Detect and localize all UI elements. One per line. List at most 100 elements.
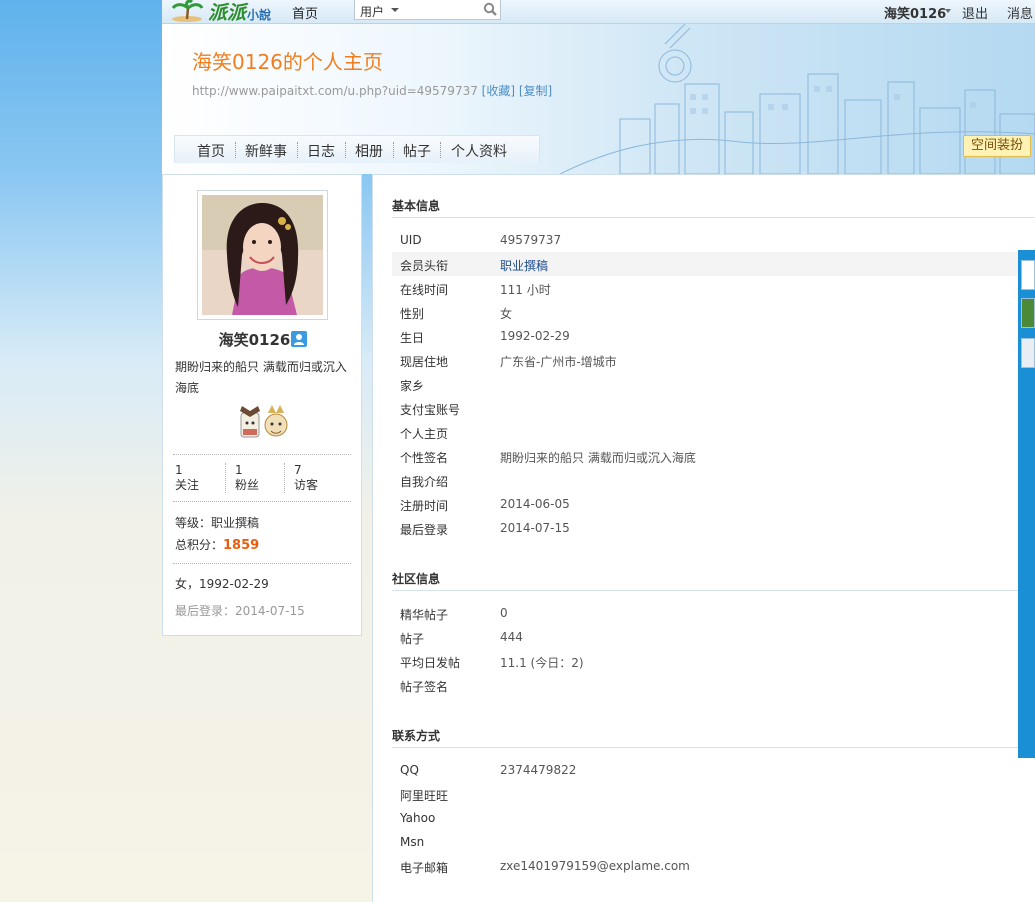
search-category[interactable]: 用户 [360, 3, 384, 20]
info-row-daily-posts: 平均日发帖 11.1 (今日：2) [392, 649, 1035, 673]
user-points: 总积分：1859 [175, 536, 259, 553]
info-row-residence: 现居住地 广东省-广州市-增城市 [392, 348, 1035, 372]
search-icon[interactable] [483, 2, 497, 16]
stat-following-label: 关注 [175, 478, 200, 492]
medal-icons[interactable] [237, 403, 289, 441]
profile-username[interactable]: 海笑0126 [163, 329, 363, 350]
info-key: 帖子签名 [400, 680, 449, 694]
info-key: 注册时间 [400, 499, 449, 513]
profile-username-text: 海笑0126 [218, 331, 291, 349]
stat-separator [225, 463, 226, 493]
floating-side-tab[interactable] [1018, 250, 1035, 758]
divider [173, 501, 351, 502]
info-key: 会员头衔 [400, 259, 449, 273]
profile-url-text: http://www.paipaitxt.com/u.php?uid=49579… [192, 84, 478, 98]
chevron-down-icon [945, 9, 951, 13]
profile-nav: 首页 新鲜事 日志 相册 帖子 个人资料 [174, 135, 540, 163]
tab-posts[interactable]: 帖子 [403, 141, 431, 161]
nav-separator [297, 142, 298, 158]
site-logo[interactable]: 派派小說 [170, 0, 282, 24]
info-row-gender: 性别 女 [392, 300, 1035, 324]
side-widget-icon[interactable] [1021, 338, 1035, 368]
section-divider [392, 217, 1035, 218]
profile-card: 海笑0126 期盼归来的船只 满载而归或沉入海底 1 关注 1 粉丝 7 访客 … [162, 174, 362, 636]
messages-link[interactable]: 消息 [1007, 3, 1033, 22]
page-title: 海笑0126的个人主页 [192, 50, 383, 74]
profile-details: 基本信息 UID 49579737 会员头衔 职业撰稿 在线时间 111 小时 性别 女… [372, 174, 1035, 902]
stat-following[interactable]: 1 关注 [175, 463, 227, 493]
info-key: 个人主页 [400, 427, 449, 441]
points-value: 1859 [223, 538, 260, 553]
info-key: 帖子 [400, 632, 425, 646]
info-value: 2014-07-15 [500, 521, 570, 535]
stat-visitors[interactable]: 7 访客 [294, 463, 346, 493]
info-key: 精华帖子 [400, 608, 449, 622]
info-row-alipay: 支付宝账号 [392, 396, 1035, 420]
side-widget-icon[interactable] [1021, 298, 1035, 328]
tab-album[interactable]: 相册 [355, 141, 383, 161]
profile-url: http://www.paipaitxt.com/u.php?uid=49579… [192, 82, 552, 99]
tab-blog[interactable]: 日志 [307, 141, 335, 161]
section-divider [392, 590, 1035, 591]
info-row-last-login: 最后登录 2014-07-15 [392, 516, 1035, 540]
divider [173, 454, 351, 455]
info-row-wangwang: 阿里旺旺 [392, 782, 1035, 806]
stat-fans[interactable]: 1 粉丝 [235, 463, 287, 493]
copy-link[interactable]: [复制] [519, 84, 552, 98]
info-row-email: 电子邮箱 zxe1401979159@explame.com [392, 854, 1035, 878]
info-key: 生日 [400, 331, 425, 345]
section-divider [392, 747, 1035, 748]
info-key: UID [400, 233, 422, 247]
decorate-space-button[interactable]: 空间装扮 [963, 135, 1031, 157]
bookmark-link[interactable]: [收藏] [482, 84, 515, 98]
info-row-intro: 自我介绍 [392, 468, 1035, 492]
tab-profile[interactable]: 个人资料 [451, 141, 507, 161]
info-value: 2374479822 [500, 763, 577, 777]
info-row-title: 会员头衔 职业撰稿 [392, 252, 1035, 276]
info-row-homepage: 个人主页 [392, 420, 1035, 444]
chevron-down-icon [391, 8, 399, 12]
info-row-uid: UID 49579737 [392, 228, 1035, 252]
palm-tree-icon [171, 0, 204, 22]
info-value: 444 [500, 630, 523, 644]
search-box[interactable]: 用户 [354, 0, 501, 20]
user-menu[interactable]: 海笑0126 [884, 3, 946, 22]
last-login-label: 最后登录： [175, 604, 236, 618]
last-login-value: 2014-07-15 [235, 604, 305, 618]
info-row-signature: 个性签名 期盼归来的船只 满载而归或沉入海底 [392, 444, 1035, 468]
info-key: 最后登录 [400, 523, 449, 537]
info-row-online: 在线时间 111 小时 [392, 276, 1035, 300]
info-row-qq: QQ 2374479822 [392, 758, 1035, 782]
info-key: 支付宝账号 [400, 403, 461, 417]
side-widget-icon[interactable] [1021, 260, 1035, 290]
info-value: 1992-02-29 [500, 329, 570, 343]
info-row-posts: 帖子 444 [392, 625, 1035, 649]
info-key: 电子邮箱 [400, 861, 449, 875]
info-key: 家乡 [400, 379, 425, 393]
info-value: 0 [500, 606, 508, 620]
nav-separator [393, 142, 394, 158]
info-key: 性别 [400, 307, 425, 321]
info-key: 个性签名 [400, 451, 449, 465]
info-value: 11.1 (今日：2) [500, 656, 584, 670]
info-value: 期盼归来的船只 满载而归或沉入海底 [500, 451, 696, 465]
tab-news[interactable]: 新鲜事 [245, 141, 287, 161]
user-level: 等级：职业撰稿 [175, 514, 259, 531]
info-row-registered: 注册时间 2014-06-05 [392, 492, 1035, 516]
stat-following-count: 1 [175, 463, 183, 477]
info-row-digest: 精华帖子 0 [392, 601, 1035, 625]
stat-visitors-count: 7 [294, 463, 302, 477]
user-verify-icon[interactable] [291, 331, 308, 347]
divider [173, 563, 351, 564]
info-value: 女 [500, 307, 513, 321]
tab-home[interactable]: 首页 [197, 141, 225, 161]
stat-separator [284, 463, 285, 493]
stat-fans-count: 1 [235, 463, 243, 477]
avatar [202, 195, 323, 315]
member-title-link[interactable]: 职业撰稿 [500, 257, 548, 274]
info-value: 广东省-广州市-增城市 [500, 355, 617, 369]
top-home-link[interactable]: 首页 [292, 3, 318, 22]
info-key: 平均日发帖 [400, 656, 461, 670]
avatar-frame[interactable] [197, 190, 328, 320]
logout-link[interactable]: 退出 [962, 3, 988, 22]
